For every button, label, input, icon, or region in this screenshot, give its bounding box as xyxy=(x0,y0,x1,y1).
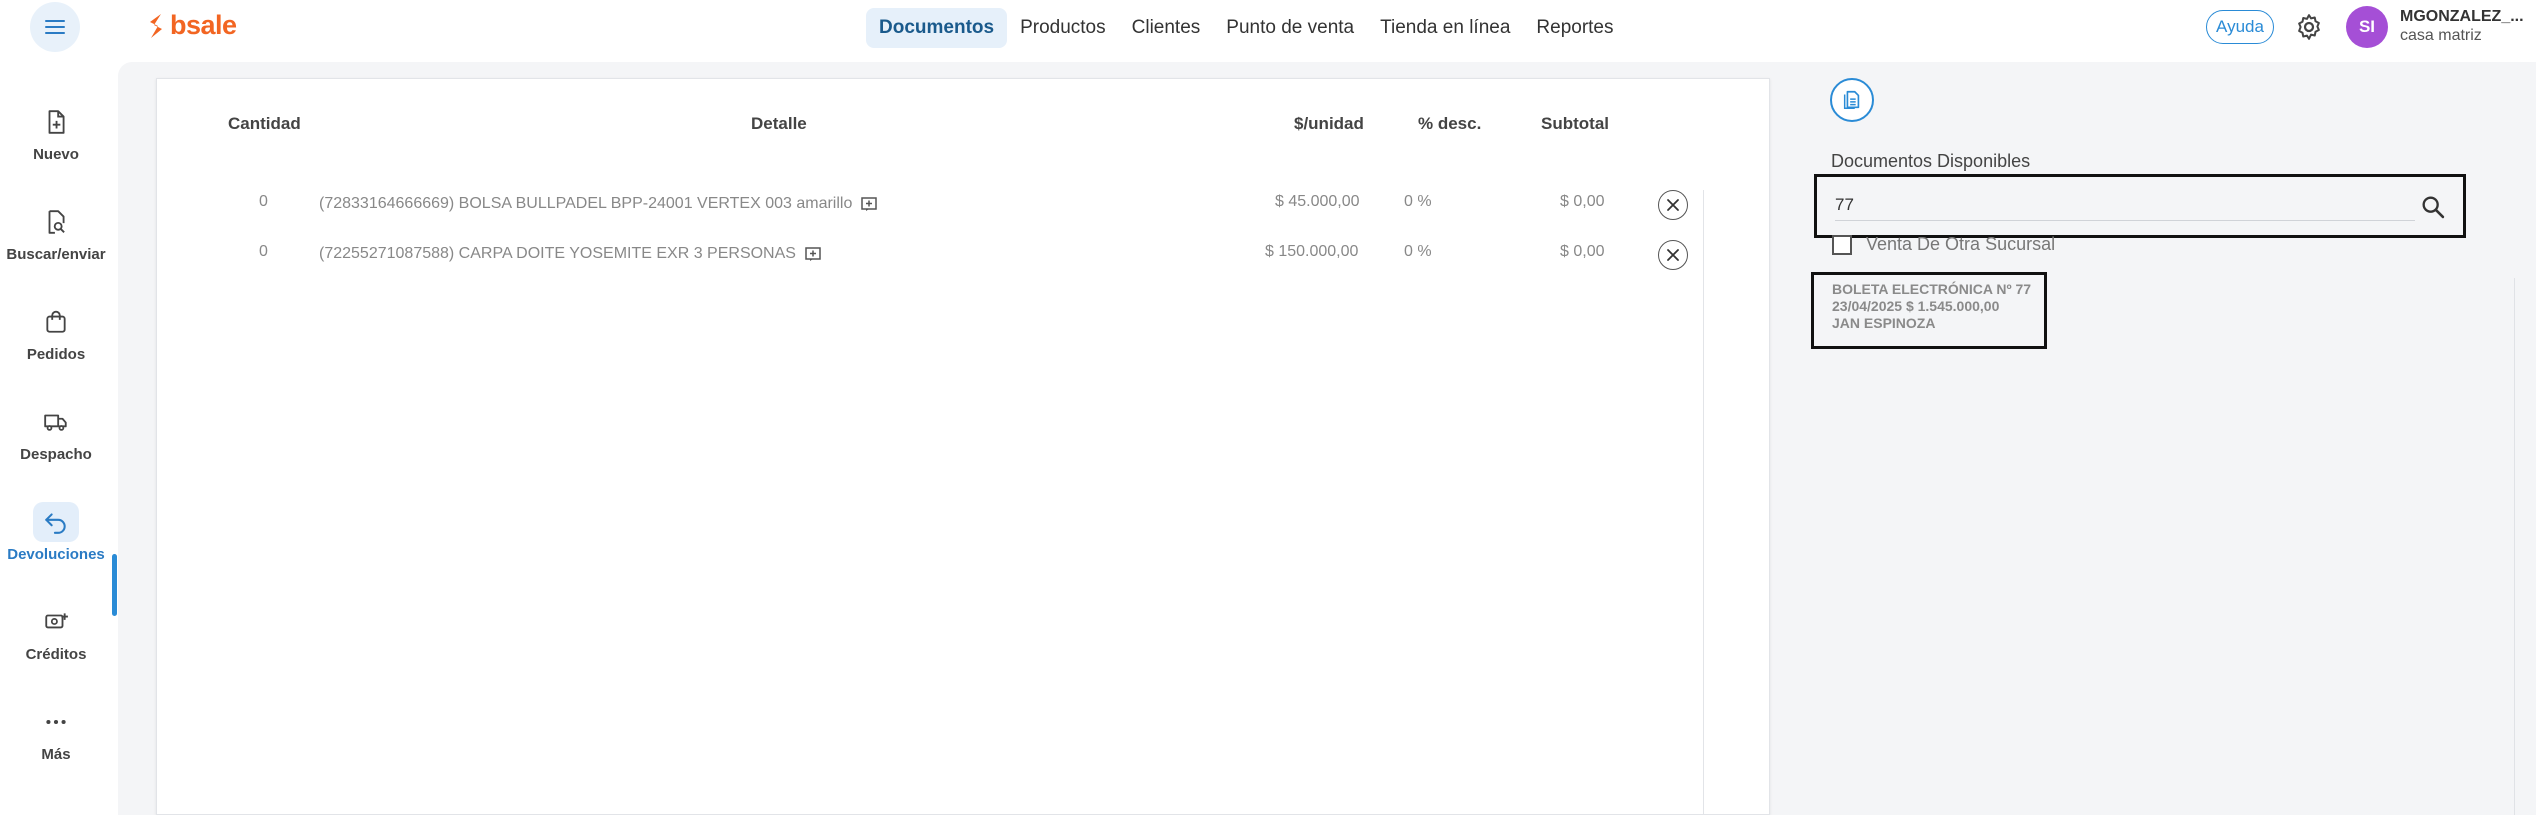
document-detail-panel xyxy=(156,78,1770,815)
close-icon xyxy=(1667,249,1679,261)
hamburger-icon xyxy=(45,20,65,34)
sidebar-item-buscar-enviar[interactable]: Buscar/enviar xyxy=(0,202,112,282)
row-detail: (72255271087588) CARPA DOITE YOSEMITE EX… xyxy=(319,245,822,263)
remove-row-button[interactable] xyxy=(1658,190,1688,220)
sidebar-item-devoluciones[interactable]: Devoluciones xyxy=(0,502,112,582)
result-date-amount: 23/04/2025 $ 1.545.000,00 xyxy=(1832,298,2000,314)
sidebar-item-nuevo[interactable]: Nuevo xyxy=(0,102,112,182)
row-detail-text: (72833164666669) BOLSA BULLPADEL BPP-240… xyxy=(319,195,853,213)
sidebar-item-label: Devoluciones xyxy=(7,546,105,563)
shopping-bag-icon xyxy=(46,310,66,333)
sidebar-item-label: Pedidos xyxy=(26,346,86,363)
row-subtotal: $ 0,00 xyxy=(1560,243,1605,260)
search-icon[interactable] xyxy=(2419,193,2447,221)
column-header-unit-price: $/unidad xyxy=(1294,114,1364,133)
sidebar-item-label: Créditos xyxy=(25,646,87,663)
result-document-type: BOLETA ELECTRÓNICA Nº 77 xyxy=(1832,281,2032,297)
row-discount[interactable]: 0 % xyxy=(1404,243,1432,261)
column-header-subtotal: Subtotal xyxy=(1541,114,1609,133)
nav-punto-de-venta[interactable]: Punto de venta xyxy=(1213,8,1367,48)
row-quantity[interactable]: 0 xyxy=(259,193,268,211)
document-list-icon xyxy=(1843,90,1860,109)
nav-reportes[interactable]: Reportes xyxy=(1523,8,1626,48)
result-customer: JAN ESPINOZA xyxy=(1832,315,1936,331)
nav-productos[interactable]: Productos xyxy=(1007,8,1119,48)
sidebar-item-label: Buscar/enviar xyxy=(6,246,106,263)
row-detail-text: (72255271087588) CARPA DOITE YOSEMITE EX… xyxy=(319,245,796,263)
column-header-quantity: Cantidad xyxy=(228,114,301,133)
top-bar: bsale Documentos Productos Clientes Punt… xyxy=(0,0,2536,54)
sidebar-item-creditos[interactable]: Créditos xyxy=(0,602,112,682)
credit-icon xyxy=(45,613,68,629)
more-icon xyxy=(46,719,66,725)
sidebar-item-pedidos[interactable]: Pedidos xyxy=(0,302,112,382)
user-name[interactable]: MGONZALEZ_... xyxy=(2400,8,2524,26)
row-unit-price: $ 45.000,00 xyxy=(1275,193,1360,210)
search-document-icon xyxy=(48,210,65,234)
panel-divider xyxy=(1703,190,1704,815)
column-header-discount: % desc. xyxy=(1418,114,1482,133)
sidebar-item-label: Despacho xyxy=(20,446,92,463)
other-branch-checkbox[interactable] xyxy=(1832,234,1852,255)
documents-button[interactable] xyxy=(1830,78,1874,122)
sidebar-item-despacho[interactable]: Despacho xyxy=(0,402,112,482)
row-discount[interactable]: 0 % xyxy=(1404,193,1432,211)
row-quantity[interactable]: 0 xyxy=(259,243,268,261)
help-button[interactable]: Ayuda xyxy=(2206,10,2274,44)
panel-border xyxy=(2514,278,2515,815)
user-branch: casa matriz xyxy=(2400,27,2482,44)
document-search-box xyxy=(1814,174,2466,238)
nav-clientes[interactable]: Clientes xyxy=(1119,8,1214,48)
row-unit-price: $ 150.000,00 xyxy=(1265,243,1359,260)
bsale-logo[interactable]: bsale xyxy=(146,10,237,41)
other-branch-label: Venta De Otra Sucursal xyxy=(1866,234,2056,254)
sidebar-item-mas[interactable]: Más xyxy=(0,702,112,782)
nav-tienda-en-linea[interactable]: Tienda en línea xyxy=(1367,8,1523,48)
add-note-icon[interactable] xyxy=(804,245,822,263)
row-detail: (72833164666669) BOLSA BULLPADEL BPP-240… xyxy=(319,195,878,213)
main-nav: Documentos Productos Clientes Punto de v… xyxy=(866,8,1627,48)
remove-row-button[interactable] xyxy=(1658,240,1688,270)
bsale-logo-icon xyxy=(150,13,162,38)
return-arrow-icon xyxy=(45,513,66,534)
column-header-detail: Detalle xyxy=(751,114,807,133)
truck-icon xyxy=(44,414,67,431)
other-branch-option[interactable]: Venta De Otra Sucursal xyxy=(1832,234,2055,255)
row-subtotal: $ 0,00 xyxy=(1560,193,1605,210)
logo-text: bsale xyxy=(170,10,237,40)
sidebar-item-label: Nuevo xyxy=(33,146,79,163)
document-search-input[interactable] xyxy=(1835,189,2415,221)
nav-documentos[interactable]: Documentos xyxy=(866,8,1008,48)
gear-icon[interactable] xyxy=(2294,12,2324,42)
new-document-icon xyxy=(48,110,65,134)
add-note-icon[interactable] xyxy=(860,195,878,213)
close-icon xyxy=(1667,199,1679,211)
sidebar: Nuevo Buscar/enviar Pedidos Despacho Dev… xyxy=(0,54,118,815)
avatar[interactable]: SI xyxy=(2346,6,2388,48)
available-documents-label: Documentos Disponibles xyxy=(1831,151,2031,171)
sidebar-item-label: Más xyxy=(41,746,71,763)
sidebar-active-indicator xyxy=(112,554,117,616)
document-result-card[interactable]: BOLETA ELECTRÓNICA Nº 77 23/04/2025 $ 1.… xyxy=(1811,272,2047,349)
hamburger-menu-button[interactable] xyxy=(30,2,80,52)
